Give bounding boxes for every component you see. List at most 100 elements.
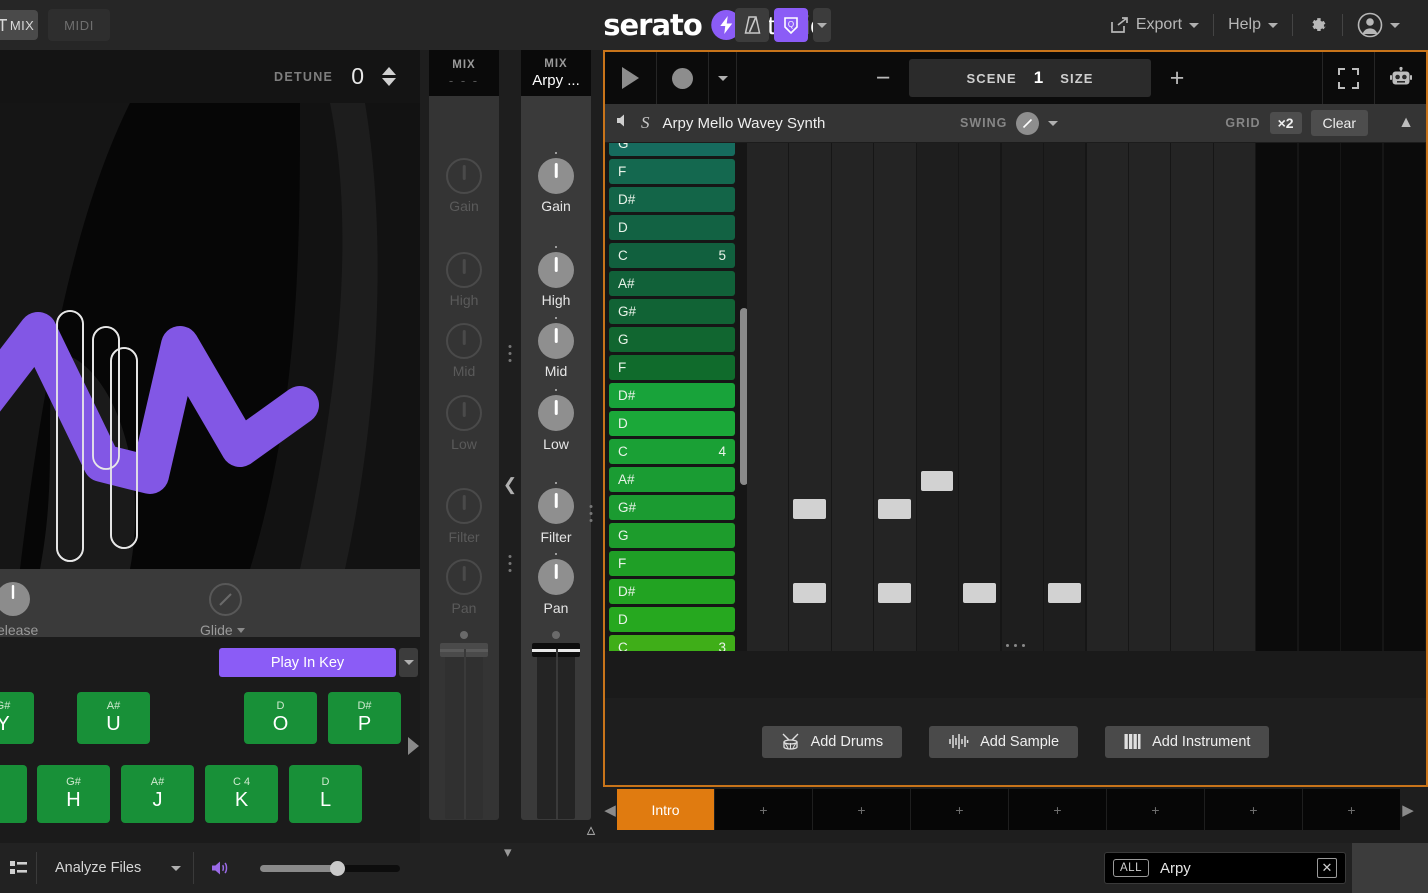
scene-display[interactable]: SCENE 1 SIZE	[909, 59, 1151, 97]
release-knob[interactable]	[0, 582, 30, 616]
piano-key-Gsharp[interactable]: G#	[609, 299, 735, 324]
key-H[interactable]: G# H	[37, 765, 110, 823]
piano-key-G[interactable]: G	[609, 143, 735, 156]
play-in-key-dropdown[interactable]	[399, 648, 418, 677]
piano-key-F[interactable]: F	[609, 551, 735, 576]
swing-control[interactable]: SWING	[960, 112, 1058, 135]
keyboard-next-icon[interactable]	[408, 737, 419, 755]
scene-tab-add[interactable]: +	[715, 789, 812, 830]
detune-up-icon[interactable]	[382, 67, 396, 75]
volume-button[interactable]	[202, 860, 238, 876]
record-button[interactable]	[657, 52, 709, 104]
track-collapse-icon[interactable]: ▲	[1398, 114, 1414, 132]
piano-key-Asharp[interactable]: A#	[609, 271, 735, 296]
filter-knob[interactable]	[446, 488, 482, 524]
auto-assistant-button[interactable]	[1374, 52, 1426, 104]
mixer-resize-handle-1[interactable]: ❮	[499, 50, 521, 820]
volume-slider[interactable]	[260, 865, 400, 872]
grid-column[interactable]	[1044, 143, 1085, 651]
scene-tab-add[interactable]: +	[1303, 789, 1400, 830]
scene-tab-add[interactable]: +	[911, 789, 1008, 830]
piano-key-G[interactable]: G	[609, 327, 735, 352]
high-knob[interactable]	[538, 252, 574, 288]
piano-key-F[interactable]: F	[609, 355, 735, 380]
mid-knob[interactable]	[538, 323, 574, 359]
piano-key-C4[interactable]: C4	[609, 439, 735, 464]
library-view-button[interactable]	[0, 861, 36, 875]
add-instrument-button[interactable]: Add Instrument	[1105, 726, 1269, 758]
note-cell[interactable]	[793, 499, 825, 519]
analyze-files-dropdown[interactable]	[159, 866, 193, 871]
panel-expand-icon[interactable]: ▾	[504, 843, 512, 861]
speaker-icon[interactable]	[616, 113, 631, 133]
low-knob[interactable]	[538, 395, 574, 431]
search-scope-badge[interactable]: ALL	[1113, 859, 1149, 877]
key-L[interactable]: D L	[289, 765, 362, 823]
quantize-dropdown-icon[interactable]	[813, 8, 831, 42]
play-in-key-button[interactable]: Play In Key	[219, 648, 396, 677]
grid-column[interactable]	[1341, 143, 1382, 651]
quantize-icon[interactable]: Q	[774, 8, 808, 42]
piano-key-Dsharp[interactable]: D#	[609, 579, 735, 604]
grid-column[interactable]	[1384, 143, 1425, 651]
volume-fader[interactable]	[440, 631, 488, 821]
gain-knob[interactable]	[446, 158, 482, 194]
mix-toggle-button[interactable]: MIX	[0, 10, 38, 40]
scene-tab-add[interactable]: +	[813, 789, 910, 830]
gain-knob[interactable]	[538, 158, 574, 194]
grid-column[interactable]	[874, 143, 915, 651]
key-Y[interactable]: G# Y	[0, 692, 34, 744]
collapse-left-icon[interactable]: ❮	[503, 475, 517, 495]
filter-knob[interactable]	[538, 488, 574, 524]
record-options-button[interactable]	[709, 52, 737, 104]
grid-multiplier-button[interactable]: ×2	[1270, 112, 1302, 134]
detune-control[interactable]: DETUNE 0	[274, 63, 420, 90]
scene-tab-add[interactable]: +	[1009, 789, 1106, 830]
piano-key-G[interactable]: G	[609, 523, 735, 548]
key-J[interactable]: A# J	[121, 765, 194, 823]
grid-column[interactable]	[1171, 143, 1212, 651]
low-knob[interactable]	[446, 395, 482, 431]
key-partial[interactable]	[0, 765, 27, 823]
grid-column[interactable]	[959, 143, 1000, 651]
piano-key-D[interactable]: D	[609, 411, 735, 436]
swing-caret-icon[interactable]	[1048, 121, 1058, 126]
detune-stepper[interactable]	[382, 67, 396, 86]
help-button[interactable]: Help	[1214, 10, 1292, 40]
fullscreen-button[interactable]	[1322, 52, 1374, 104]
scene-tab-add[interactable]: +	[1205, 789, 1302, 830]
scene-tab-add[interactable]: +	[1107, 789, 1204, 830]
grid-column[interactable]	[1214, 143, 1255, 651]
note-cell[interactable]	[878, 499, 910, 519]
piano-key-C5[interactable]: C5	[609, 243, 735, 268]
midi-toggle-button[interactable]: MIDI	[48, 9, 110, 41]
piano-key-Dsharp[interactable]: D#	[609, 383, 735, 408]
note-cell[interactable]	[1048, 583, 1080, 603]
roll-resize-dots[interactable]	[605, 639, 1426, 651]
scroll-up-icon[interactable]: ▵	[587, 820, 596, 840]
pan-knob[interactable]	[446, 559, 482, 595]
scene-tab-active[interactable]: Intro	[617, 789, 714, 830]
play-button[interactable]	[605, 52, 657, 104]
add-drums-button[interactable]: Add Drums	[762, 726, 903, 758]
piano-key-Asharp[interactable]: A#	[609, 467, 735, 492]
key-P[interactable]: D# P	[328, 692, 401, 744]
metronome-icon[interactable]	[735, 8, 769, 42]
search-input[interactable]: Arpy	[1160, 860, 1306, 877]
piano-key-Gsharp[interactable]: G#	[609, 495, 735, 520]
track-name[interactable]: Arpy Mello Wavey Synth	[663, 115, 826, 132]
key-K[interactable]: C 4 K	[205, 765, 278, 823]
grid-column[interactable]	[917, 143, 958, 651]
grid-column[interactable]	[789, 143, 830, 651]
grid-column[interactable]	[1129, 143, 1170, 651]
grid-column[interactable]	[1256, 143, 1297, 651]
grid-column[interactable]	[1002, 143, 1043, 651]
solo-button[interactable]: S	[641, 113, 650, 133]
settings-button[interactable]	[1293, 10, 1342, 40]
grid-column[interactable]	[832, 143, 873, 651]
piano-key-D[interactable]: D	[609, 215, 735, 240]
swing-knob[interactable]	[1016, 112, 1039, 135]
piano-key-D[interactable]: D	[609, 607, 735, 632]
key-U[interactable]: A# U	[77, 692, 150, 744]
glide-control[interactable]: Glide	[200, 622, 245, 638]
